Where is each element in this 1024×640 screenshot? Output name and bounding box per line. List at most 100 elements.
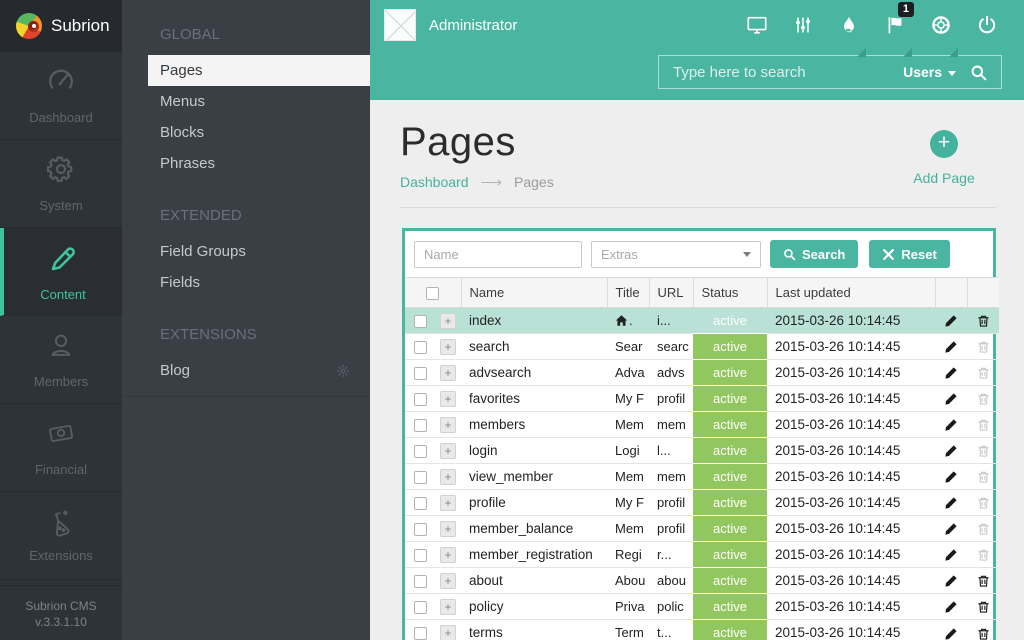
- delete-icon[interactable]: [977, 599, 990, 614]
- expand-row-icon[interactable]: +: [440, 391, 456, 407]
- edit-cell[interactable]: [935, 516, 967, 542]
- delete-cell[interactable]: [967, 594, 999, 620]
- table-row[interactable]: +profileMy Fprofilactive2015-03-26 10:14…: [405, 490, 999, 516]
- monitor-icon[interactable]: [734, 0, 780, 50]
- column-name[interactable]: Name: [461, 278, 607, 308]
- submenu-item-phrases[interactable]: Phrases: [122, 148, 370, 179]
- delete-cell[interactable]: [967, 308, 999, 334]
- expand-row-icon[interactable]: +: [440, 313, 456, 329]
- expand-row-icon[interactable]: +: [440, 521, 456, 537]
- search-scope-dropdown[interactable]: Users: [903, 64, 956, 80]
- edit-cell[interactable]: [935, 594, 967, 620]
- expand-row-icon[interactable]: +: [440, 495, 456, 511]
- column-last-updated[interactable]: Last updated: [767, 278, 935, 308]
- edit-cell[interactable]: [935, 386, 967, 412]
- expand-row-icon[interactable]: +: [440, 469, 456, 485]
- delete-cell[interactable]: [967, 438, 999, 464]
- delete-cell[interactable]: [967, 412, 999, 438]
- table-row[interactable]: +index.i...active2015-03-26 10:14:45: [405, 308, 999, 334]
- column-url[interactable]: URL: [649, 278, 693, 308]
- submenu-item-pages[interactable]: Pages: [148, 55, 370, 86]
- table-row[interactable]: +advsearchAdvaadvsactive2015-03-26 10:14…: [405, 360, 999, 386]
- delete-cell[interactable]: [967, 464, 999, 490]
- edit-cell[interactable]: [935, 412, 967, 438]
- page-name[interactable]: member_registration: [461, 542, 607, 568]
- expand-row-icon[interactable]: +: [440, 339, 456, 355]
- row-checkbox[interactable]: [414, 419, 427, 432]
- delete-cell[interactable]: [967, 542, 999, 568]
- edit-icon[interactable]: [944, 625, 958, 640]
- row-checkbox[interactable]: [414, 471, 427, 484]
- page-name[interactable]: search: [461, 334, 607, 360]
- table-row[interactable]: +policyPrivapolicactive2015-03-26 10:14:…: [405, 594, 999, 620]
- edit-icon[interactable]: [944, 443, 958, 458]
- select-all-checkbox[interactable]: [426, 287, 439, 300]
- delete-icon[interactable]: [977, 313, 990, 328]
- sidebar-item-content[interactable]: Content: [0, 228, 122, 316]
- edit-cell[interactable]: [935, 308, 967, 334]
- page-name[interactable]: terms: [461, 620, 607, 640]
- edit-icon[interactable]: [944, 339, 958, 354]
- add-page-button[interactable]: + Add Page: [908, 130, 980, 186]
- row-checkbox[interactable]: [414, 575, 427, 588]
- sidebar-item-members[interactable]: Members: [0, 316, 122, 404]
- page-name[interactable]: policy: [461, 594, 607, 620]
- edit-icon[interactable]: [944, 495, 958, 510]
- submenu-item-field-groups[interactable]: Field Groups: [122, 236, 370, 267]
- expand-row-icon[interactable]: +: [440, 599, 456, 615]
- sidebar-item-system[interactable]: System: [0, 140, 122, 228]
- page-name[interactable]: favorites: [461, 386, 607, 412]
- edit-icon[interactable]: [944, 521, 958, 536]
- table-row[interactable]: +searchSearsearcactive2015-03-26 10:14:4…: [405, 334, 999, 360]
- edit-cell[interactable]: [935, 464, 967, 490]
- expand-row-icon[interactable]: +: [440, 443, 456, 459]
- edit-icon[interactable]: [944, 573, 958, 588]
- reset-button[interactable]: Reset: [869, 240, 949, 268]
- table-row[interactable]: +favoritesMy Fprofilactive2015-03-26 10:…: [405, 386, 999, 412]
- row-checkbox[interactable]: [414, 627, 427, 640]
- edit-icon[interactable]: [944, 599, 958, 614]
- table-row[interactable]: +member_balanceMemprofilactive2015-03-26…: [405, 516, 999, 542]
- page-name[interactable]: index: [461, 308, 607, 334]
- edit-cell[interactable]: [935, 620, 967, 640]
- page-name[interactable]: login: [461, 438, 607, 464]
- row-checkbox[interactable]: [414, 549, 427, 562]
- delete-cell[interactable]: [967, 620, 999, 640]
- page-name[interactable]: members: [461, 412, 607, 438]
- row-checkbox[interactable]: [414, 393, 427, 406]
- edit-cell[interactable]: [935, 490, 967, 516]
- row-checkbox[interactable]: [414, 445, 427, 458]
- edit-icon[interactable]: [944, 417, 958, 432]
- expand-row-icon[interactable]: +: [440, 547, 456, 563]
- edit-cell[interactable]: [935, 568, 967, 594]
- expand-row-icon[interactable]: +: [440, 417, 456, 433]
- avatar[interactable]: [384, 9, 416, 41]
- edit-cell[interactable]: [935, 438, 967, 464]
- submenu-item-blog[interactable]: Blog: [122, 355, 370, 386]
- expand-row-icon[interactable]: +: [440, 573, 456, 589]
- edit-icon[interactable]: [944, 365, 958, 380]
- column-title[interactable]: Title: [607, 278, 649, 308]
- delete-cell[interactable]: [967, 360, 999, 386]
- delete-cell[interactable]: [967, 568, 999, 594]
- table-row[interactable]: +aboutAbouabouactive2015-03-26 10:14:45: [405, 568, 999, 594]
- logo[interactable]: Subrion: [0, 0, 122, 52]
- username[interactable]: Administrator: [429, 17, 517, 34]
- submenu-item-blocks[interactable]: Blocks: [122, 117, 370, 148]
- delete-cell[interactable]: [967, 516, 999, 542]
- sidebar-item-extensions[interactable]: Extensions: [0, 492, 122, 580]
- expand-row-icon[interactable]: +: [440, 365, 456, 381]
- delete-cell[interactable]: [967, 490, 999, 516]
- power-icon[interactable]: [964, 0, 1010, 50]
- delete-icon[interactable]: [977, 573, 990, 588]
- table-row[interactable]: +view_memberMemmemactive2015-03-26 10:14…: [405, 464, 999, 490]
- search-input[interactable]: [659, 64, 903, 81]
- row-checkbox[interactable]: [414, 341, 427, 354]
- flame-icon[interactable]: [826, 0, 872, 50]
- row-checkbox[interactable]: [414, 315, 427, 328]
- edit-cell[interactable]: [935, 334, 967, 360]
- page-name[interactable]: member_balance: [461, 516, 607, 542]
- sidebar-item-dashboard[interactable]: Dashboard: [0, 52, 122, 140]
- page-name[interactable]: about: [461, 568, 607, 594]
- sidebar-item-financial[interactable]: Financial: [0, 404, 122, 492]
